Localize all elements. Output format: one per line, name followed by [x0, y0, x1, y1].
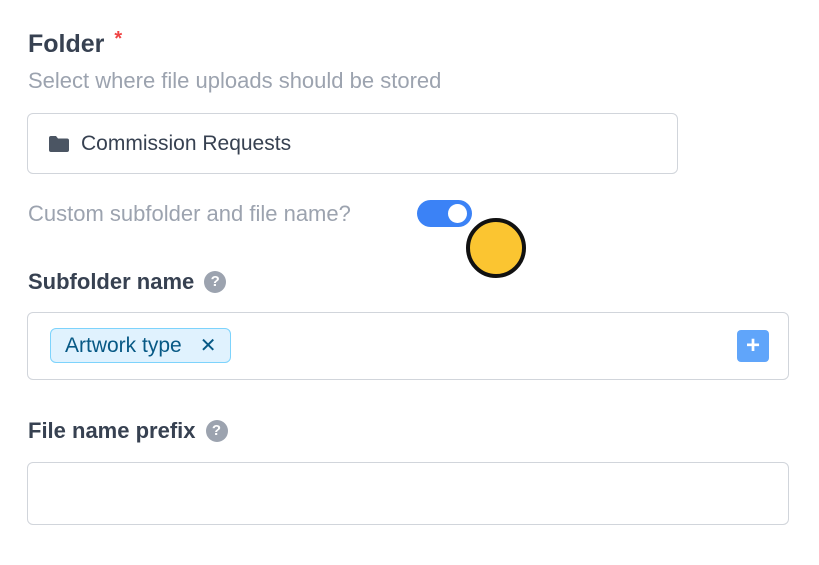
subfolder-name-label: Subfolder name ? [28, 268, 227, 296]
plus-icon: + [745, 332, 760, 359]
required-indicator: * [114, 28, 123, 50]
folder-help-text: Select where file uploads should be stor… [28, 68, 442, 93]
subfolder-name-label-text: Subfolder name [28, 269, 195, 294]
file-name-prefix-input[interactable] [27, 462, 789, 525]
file-name-prefix-label: File name prefix ? [28, 417, 228, 445]
subfolder-name-field[interactable]: Artwork type ✕ + [27, 312, 789, 380]
cursor-highlight-marker [466, 218, 526, 278]
close-icon[interactable]: ✕ [200, 333, 217, 358]
folder-label-text: Folder [28, 30, 105, 58]
toggle-knob [448, 204, 467, 223]
help-icon[interactable]: ? [205, 420, 228, 442]
folder-label: Folder * [28, 28, 122, 60]
help-icon[interactable]: ? [204, 271, 227, 293]
folder-select-value: Commission Requests [81, 131, 292, 155]
custom-subfolder-toggle-label: Custom subfolder and file name? [28, 201, 351, 226]
file-name-prefix-label-text: File name prefix [28, 418, 196, 443]
add-token-button[interactable]: + [737, 330, 769, 362]
custom-subfolder-toggle[interactable] [417, 200, 472, 227]
folder-select[interactable]: Commission Requests [27, 113, 678, 174]
folder-icon [48, 135, 70, 153]
token-label: Artwork type [65, 333, 182, 357]
token-artwork-type: Artwork type ✕ [50, 328, 232, 363]
